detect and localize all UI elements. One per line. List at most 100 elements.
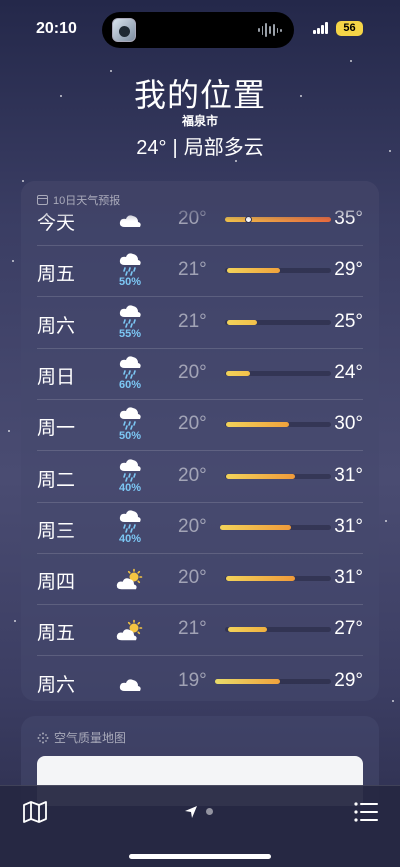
forecast-day: 周五	[37, 623, 76, 645]
high-temperature: 29°	[334, 669, 363, 691]
air-quality-card-title: 空气质量地图	[54, 731, 127, 745]
temperature-range-fill	[226, 370, 251, 376]
air-quality-card-header: 空气质量地图	[37, 729, 126, 746]
forecast-card-header: 10日天气预报	[37, 192, 120, 208]
high-temperature: 24°	[334, 361, 363, 383]
low-temperature: 20°	[178, 567, 207, 589]
ten-day-forecast-card[interactable]: 今天 20° 35° 周五 50% 21° 29° 周六 55% 21° 25° 周日 60% 20…	[21, 181, 379, 701]
low-temperature: 20°	[178, 515, 207, 537]
temperature-range-fill	[227, 319, 257, 325]
low-temperature: 20°	[178, 464, 207, 486]
current-conditions: 24° | 局部多云	[0, 131, 400, 160]
precipitation-chance: 55%	[118, 327, 142, 340]
status-bar: 20:10 56	[0, 0, 400, 56]
conditions-separator: |	[172, 137, 178, 159]
dynamic-island[interactable]	[102, 12, 294, 48]
high-temperature: 31°	[334, 464, 363, 486]
location-title: 我的位置	[133, 77, 266, 113]
page-indicator-dot[interactable]	[206, 808, 213, 815]
forecast-day: 周二	[37, 469, 76, 491]
air-quality-icon	[37, 732, 49, 743]
temperature-range-fill	[226, 422, 289, 428]
partly-cloudy-day-icon	[115, 619, 145, 645]
high-temperature: 35°	[334, 208, 363, 229]
partly-cloudy-night-icon	[115, 209, 145, 235]
forecast-row[interactable]: 周五 50% 21° 29°	[37, 246, 363, 298]
status-time: 20:10	[36, 20, 77, 37]
low-temperature: 20°	[178, 208, 207, 229]
temperature-range-bar	[225, 473, 331, 479]
audio-waveform-icon	[258, 22, 283, 38]
rain-icon	[115, 456, 145, 482]
bottom-toolbar	[0, 785, 400, 867]
forecast-row[interactable]: 周一 50% 20° 30°	[37, 400, 363, 452]
precipitation-chance: 40%	[118, 481, 142, 494]
forecast-day: 周六	[37, 674, 76, 696]
forecast-row[interactable]: 周日 60% 20° 24°	[37, 349, 363, 400]
forecast-day: 周四	[37, 572, 76, 594]
temperature-range-bar	[225, 370, 331, 376]
current-temperature: 24°	[136, 137, 167, 159]
temperature-range-fill	[225, 217, 331, 222]
precipitation-chance: 50%	[118, 276, 142, 289]
temperature-range-bar	[225, 422, 331, 428]
forecast-day: 周三	[37, 520, 76, 542]
high-temperature: 31°	[334, 567, 363, 589]
high-temperature: 31°	[334, 515, 363, 537]
rain-icon	[115, 353, 145, 379]
forecast-day: 今天	[37, 213, 76, 234]
current-condition-text: 局部多云	[183, 137, 264, 159]
forecast-day: 周日	[37, 366, 76, 388]
forecast-day: 周一	[37, 418, 76, 440]
low-temperature: 20°	[178, 361, 207, 383]
precipitation-chance: 50%	[118, 430, 142, 443]
rain-icon	[115, 507, 145, 533]
temperature-range-bar	[219, 524, 331, 530]
high-temperature: 27°	[334, 618, 363, 640]
temperature-range-fill	[226, 473, 295, 479]
forecast-list[interactable]: 今天 20° 35° 周五 50% 21° 29° 周六 55% 21° 25° 周日 60% 20…	[21, 181, 379, 701]
forecast-day: 周五	[37, 264, 76, 286]
temperature-range-fill	[227, 268, 281, 274]
battery-indicator: 56	[336, 21, 363, 36]
forecast-row[interactable]: 周六 19° 29°	[37, 657, 363, 701]
temperature-range-fill	[228, 627, 268, 633]
cloudy-icon	[115, 671, 145, 697]
rain-icon	[115, 250, 145, 277]
cellular-signal-icon	[313, 22, 329, 34]
low-temperature: 21°	[178, 259, 207, 281]
precipitation-chance: 40%	[118, 532, 142, 545]
low-temperature: 19°	[178, 669, 207, 691]
forecast-row[interactable]: 周五 21° 27°	[37, 605, 363, 657]
now-playing-artwork-icon	[112, 18, 136, 42]
temperature-range-bar	[225, 627, 331, 633]
temperature-range-bar	[225, 216, 331, 223]
rain-icon	[115, 404, 145, 430]
temperature-range-fill	[219, 524, 291, 530]
rain-icon	[115, 302, 145, 328]
forecast-row[interactable]: 周三 40% 20° 31°	[37, 503, 363, 554]
temperature-range-fill	[215, 678, 281, 684]
map-icon[interactable]	[22, 799, 48, 825]
low-temperature: 20°	[178, 413, 207, 435]
low-temperature: 21°	[178, 618, 207, 640]
temperature-range-bar	[225, 268, 331, 274]
low-temperature: 21°	[178, 310, 207, 332]
home-indicator[interactable]	[129, 854, 271, 859]
list-icon[interactable]	[353, 800, 379, 824]
calendar-icon	[37, 195, 48, 205]
temperature-range-bar	[225, 576, 331, 582]
forecast-card-title: 10日天气预报	[53, 195, 121, 207]
current-temperature-marker	[244, 216, 252, 223]
high-temperature: 29°	[334, 259, 363, 281]
forecast-row[interactable]: 周六 55% 21° 25°	[37, 298, 363, 349]
location-arrow-icon[interactable]	[183, 804, 199, 820]
temperature-range-bar	[225, 319, 331, 325]
high-temperature: 25°	[334, 310, 363, 332]
partly-cloudy-day-icon	[115, 568, 145, 594]
location-subtitle: 福泉市	[181, 114, 218, 128]
forecast-row[interactable]: 周二 40% 20° 31°	[37, 452, 363, 503]
temperature-range-bar	[215, 678, 331, 684]
high-temperature: 30°	[334, 413, 363, 435]
forecast-row[interactable]: 周四 20° 31°	[37, 554, 363, 606]
